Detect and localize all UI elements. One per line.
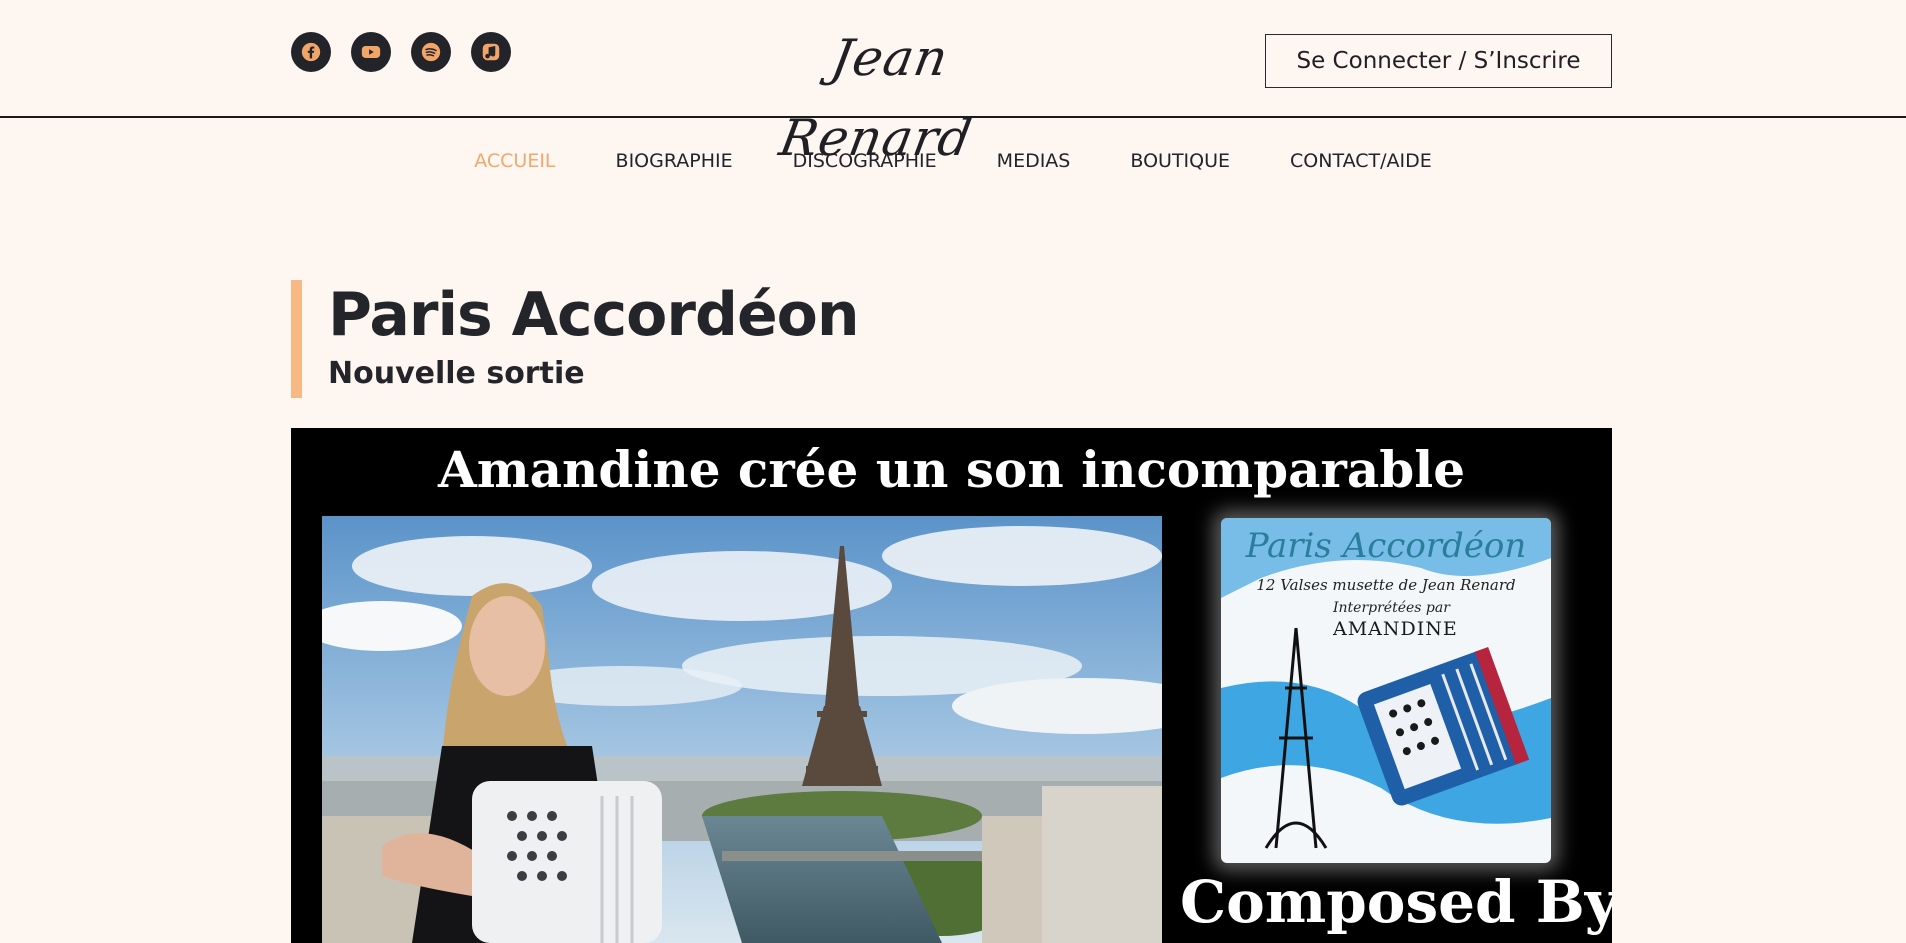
site-logo[interactable]: Jean Renard — [733, 18, 1047, 167]
nav-item-discographie[interactable]: DISCOGRAPHIE — [793, 150, 937, 172]
page-title: Paris Accordéon — [328, 280, 860, 350]
main-navigation: ACCUEIL BIOGRAPHIE DISCOGRAPHIE MEDIAS B… — [0, 150, 1906, 172]
music-icon[interactable] — [471, 32, 511, 72]
social-links — [291, 32, 511, 72]
hero-heading-block: Paris Accordéon Nouvelle sortie — [291, 280, 860, 398]
nav-item-biographie[interactable]: BIOGRAPHIE — [616, 150, 733, 172]
album-subtitle: 12 Valses musette de Jean Renard — [1256, 576, 1516, 594]
page-subtitle: Nouvelle sortie — [328, 356, 585, 391]
paris-scene-image — [322, 516, 1162, 943]
facebook-icon[interactable] — [291, 32, 331, 72]
album-title: Paris Accordéon — [1245, 526, 1527, 566]
youtube-icon[interactable] — [351, 32, 391, 72]
nav-item-contact-aide[interactable]: CONTACT/AIDE — [1290, 150, 1432, 172]
banner-caption: Amandine crée un son incomparable — [437, 440, 1466, 499]
nav-item-boutique[interactable]: BOUTIQUE — [1130, 150, 1230, 172]
nav-item-medias[interactable]: MEDIAS — [997, 150, 1071, 172]
album-cover[interactable]: Paris Accordéon 12 Valses musette de Jea… — [1221, 518, 1551, 863]
site-header: Jean Renard Se Connecter / S’Inscrire — [0, 0, 1906, 167]
promo-video-banner[interactable]: Amandine crée un son incomparable Paris … — [291, 428, 1612, 943]
album-artist: AMANDINE — [1333, 618, 1458, 640]
composed-by-text: Composed By — [1180, 868, 1612, 936]
nav-item-accueil[interactable]: ACCUEIL — [474, 150, 555, 172]
spotify-icon[interactable] — [411, 32, 451, 72]
login-signup-button[interactable]: Se Connecter / S’Inscrire — [1265, 34, 1612, 88]
album-interpreted-label: Interprétées par — [1333, 600, 1450, 616]
